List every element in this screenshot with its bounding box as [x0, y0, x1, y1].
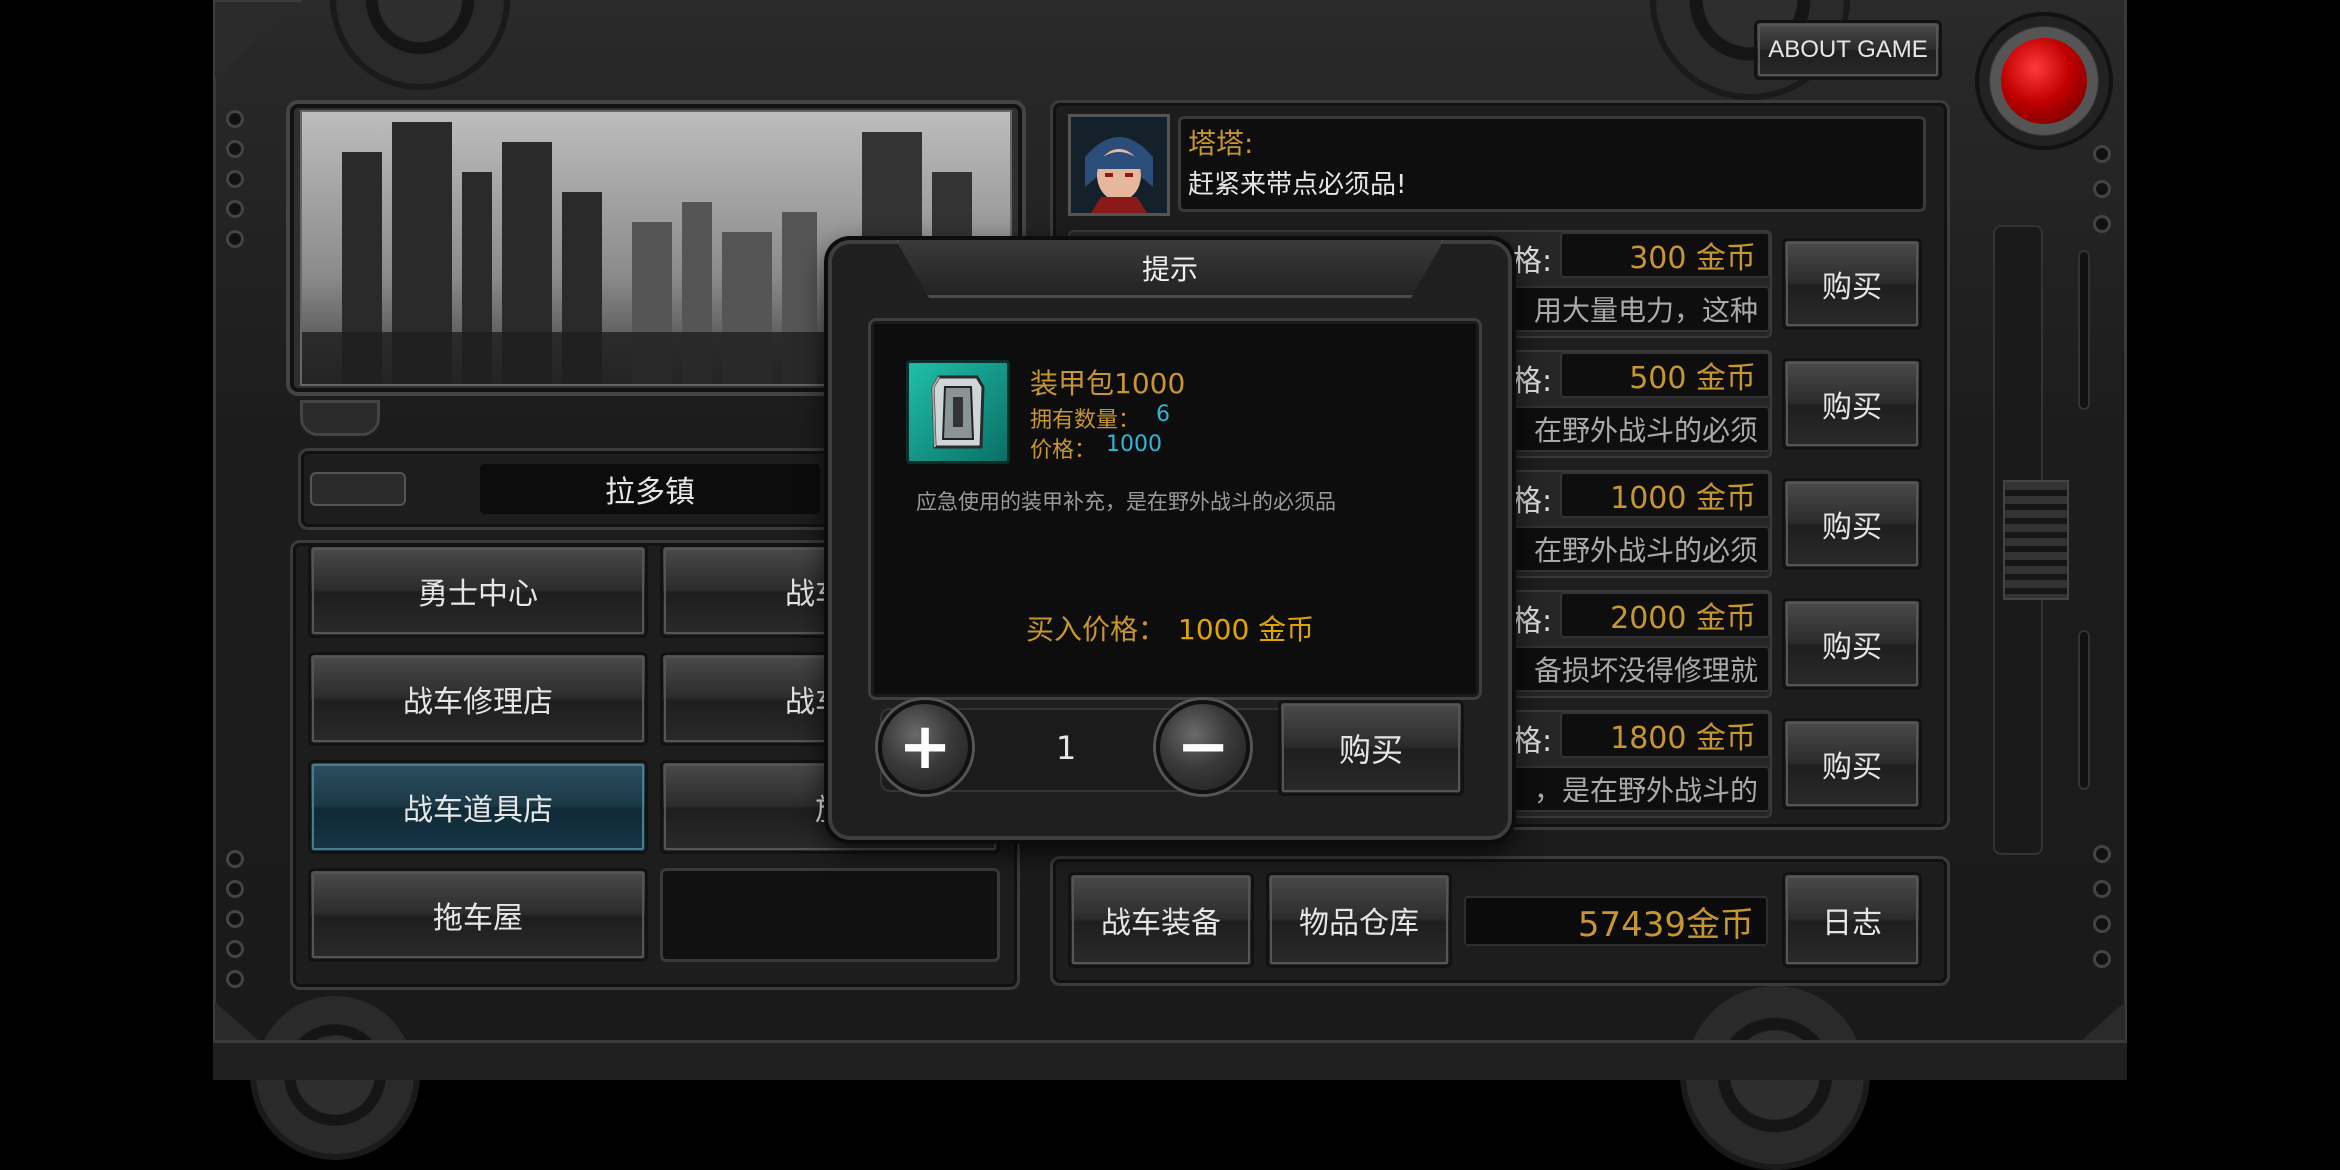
- about-game-button[interactable]: ABOUT GAME: [1754, 20, 1942, 80]
- dialog-price-value: 1000: [1106, 432, 1162, 457]
- menu-tank-item-shop[interactable]: 战车道具店: [308, 760, 648, 854]
- rivet: [226, 230, 244, 248]
- dialog-title: 提示: [1141, 253, 1198, 286]
- item-warehouse-button[interactable]: 物品仓库: [1266, 872, 1452, 968]
- shop-row-price-label: 格:: [1512, 364, 1553, 399]
- shop-row-price: 500 金币: [1560, 352, 1770, 398]
- rivet: [2093, 215, 2111, 233]
- town-bar-plate: [310, 472, 406, 506]
- shop-row-description: 备损坏没得修理就: [1512, 646, 1770, 692]
- rivet: [2093, 915, 2111, 933]
- armor-pack-icon: [906, 360, 1010, 464]
- menu-tow-house[interactable]: 拖车屋: [308, 868, 648, 962]
- dialog-owned-value: 6: [1156, 402, 1170, 427]
- log-button[interactable]: 日志: [1782, 872, 1922, 968]
- dialog-description: 应急使用的装甲补充，是在野外战斗的必须品: [916, 490, 1336, 514]
- shop-row-price-label: 格:: [1512, 244, 1553, 279]
- menu-hero-center[interactable]: 勇士中心: [308, 544, 648, 638]
- shop-row-buy-button[interactable]: 购买: [1782, 598, 1922, 690]
- rivet: [2093, 180, 2111, 198]
- shop-row-price: 1000 金币: [1560, 472, 1770, 518]
- rivet: [2093, 145, 2111, 163]
- minus-icon: −: [1176, 710, 1230, 784]
- menu-tank-repair[interactable]: 战车修理店: [308, 652, 648, 746]
- rivet: [2093, 845, 2111, 863]
- shop-row-price: 1800 金币: [1560, 712, 1770, 758]
- minus-button[interactable]: −: [1156, 700, 1250, 794]
- scene-tab: [300, 400, 380, 436]
- rivet: [2093, 950, 2111, 968]
- rivet: [226, 140, 244, 158]
- frame-bottom-bar: [213, 1040, 2127, 1080]
- shop-row-price-label: 格:: [1512, 724, 1553, 759]
- shop-row-buy-button[interactable]: 购买: [1782, 718, 1922, 810]
- rivet: [226, 940, 244, 958]
- shop-row-buy-button[interactable]: 购买: [1782, 238, 1922, 330]
- quantity-value: 1: [1055, 729, 1077, 767]
- rivet: [226, 850, 244, 868]
- plus-icon: +: [898, 710, 952, 784]
- menu-empty-slot: [660, 868, 1000, 962]
- gold-counter: 57439金币: [1464, 896, 1768, 946]
- rivet: [2093, 880, 2111, 898]
- side-slot: [2078, 250, 2090, 410]
- rivet: [226, 110, 244, 128]
- town-name: 拉多镇: [480, 464, 820, 514]
- tank-equipment-button[interactable]: 战车装备: [1068, 872, 1254, 968]
- shop-row-description: 在野外战斗的必须: [1512, 526, 1770, 572]
- shop-row-buy-button[interactable]: 购买: [1782, 478, 1922, 570]
- shop-row-description: 用大量电力，这种: [1512, 286, 1770, 332]
- side-slot: [2078, 630, 2090, 790]
- npc-line: 赶紧来带点必须品!: [1188, 170, 1407, 200]
- npc-avatar: [1068, 114, 1170, 216]
- shop-row-price: 2000 金币: [1560, 592, 1770, 638]
- rivet: [226, 170, 244, 188]
- side-grille: [2003, 480, 2069, 600]
- rivet: [226, 910, 244, 928]
- dialog-price-label: 价格：: [1030, 438, 1097, 463]
- red-record-button[interactable]: [2001, 38, 2087, 124]
- rivet: [226, 970, 244, 988]
- rivet: [226, 200, 244, 218]
- dialog-item-name: 装甲包1000: [1030, 367, 1186, 400]
- shop-row-price-label: 格:: [1512, 484, 1553, 519]
- shop-row-description: 在野外战斗的必须: [1512, 406, 1770, 452]
- dialog-owned-label: 拥有数量：: [1030, 408, 1141, 433]
- npc-name: 塔塔:: [1188, 127, 1254, 160]
- plus-button[interactable]: +: [878, 700, 972, 794]
- shop-row-buy-button[interactable]: 购买: [1782, 358, 1922, 450]
- dialog-buy-price-label: 买入价格：: [1026, 613, 1167, 646]
- rivet: [226, 880, 244, 898]
- dialog-buy-button[interactable]: 购买: [1278, 700, 1464, 796]
- shop-row-description: ，是在野外战斗的: [1512, 766, 1770, 812]
- shop-row-price: 300 金币: [1560, 232, 1770, 278]
- shop-row-price-label: 格:: [1512, 604, 1553, 639]
- dialog-buy-price-value: 1000 金币: [1178, 613, 1315, 646]
